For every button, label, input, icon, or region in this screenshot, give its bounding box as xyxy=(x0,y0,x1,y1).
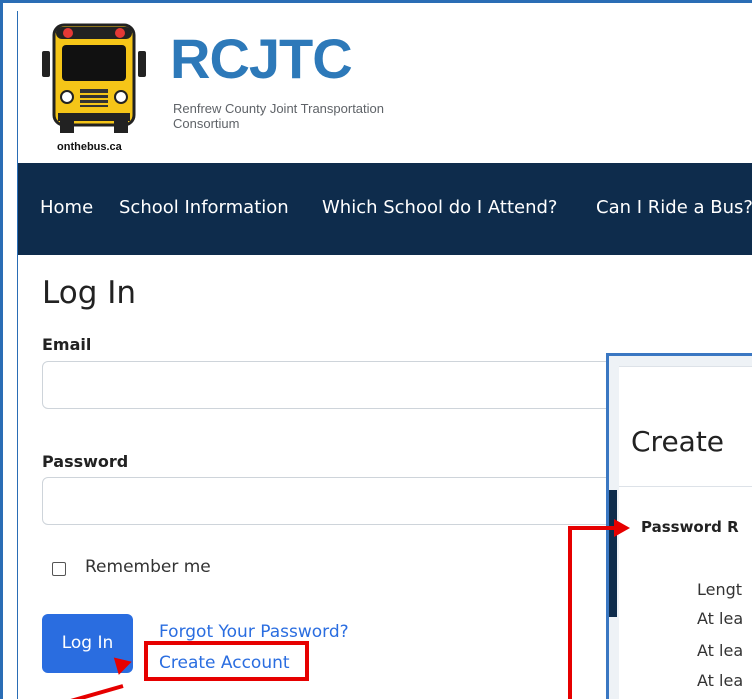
nav-school-information[interactable]: School Information xyxy=(119,197,289,218)
modal-divider xyxy=(619,486,752,487)
screenshot-frame: RCJTC Renfrew County Joint Transportatio… xyxy=(0,0,752,699)
requirement-item: Lengt xyxy=(697,580,743,599)
requirement-item: At lea xyxy=(697,671,744,690)
school-bus-icon xyxy=(42,23,146,133)
create-account-highlight-box xyxy=(144,641,309,681)
nav-can-i-ride[interactable]: Can I Ride a Bus? xyxy=(596,197,752,218)
annotation-arrow-horizontal xyxy=(568,526,614,530)
remember-me-checkbox[interactable] xyxy=(52,562,66,576)
page-title: Log In xyxy=(42,275,137,311)
remember-me-label[interactable]: Remember me xyxy=(85,557,211,577)
main-nav: Home School Information Which School do … xyxy=(18,163,752,255)
nav-which-school[interactable]: Which School do I Attend? xyxy=(322,197,557,218)
brand-tagline: onthebus.ca xyxy=(57,141,122,153)
nav-home[interactable]: Home xyxy=(40,197,93,218)
annotation-arrow-vertical xyxy=(568,528,572,699)
brand-acronym: RCJTC xyxy=(170,27,353,90)
site-header: RCJTC Renfrew County Joint Transportatio… xyxy=(18,11,752,163)
brand-subtitle: Renfrew County Joint Transportation Cons… xyxy=(173,101,384,131)
forgot-password-link[interactable]: Forgot Your Password? xyxy=(159,622,349,642)
requirement-item: At lea xyxy=(697,609,744,628)
email-label: Email xyxy=(42,335,92,354)
modal-title: Create xyxy=(631,425,725,458)
site-logo[interactable]: RCJTC Renfrew County Joint Transportatio… xyxy=(34,17,384,153)
annotation-arrow-head-2 xyxy=(614,519,630,537)
requirement-item: At lea xyxy=(697,641,744,660)
password-requirements-heading: Password R xyxy=(641,518,739,536)
password-label: Password xyxy=(42,452,129,471)
modal-sidebar xyxy=(609,490,617,617)
